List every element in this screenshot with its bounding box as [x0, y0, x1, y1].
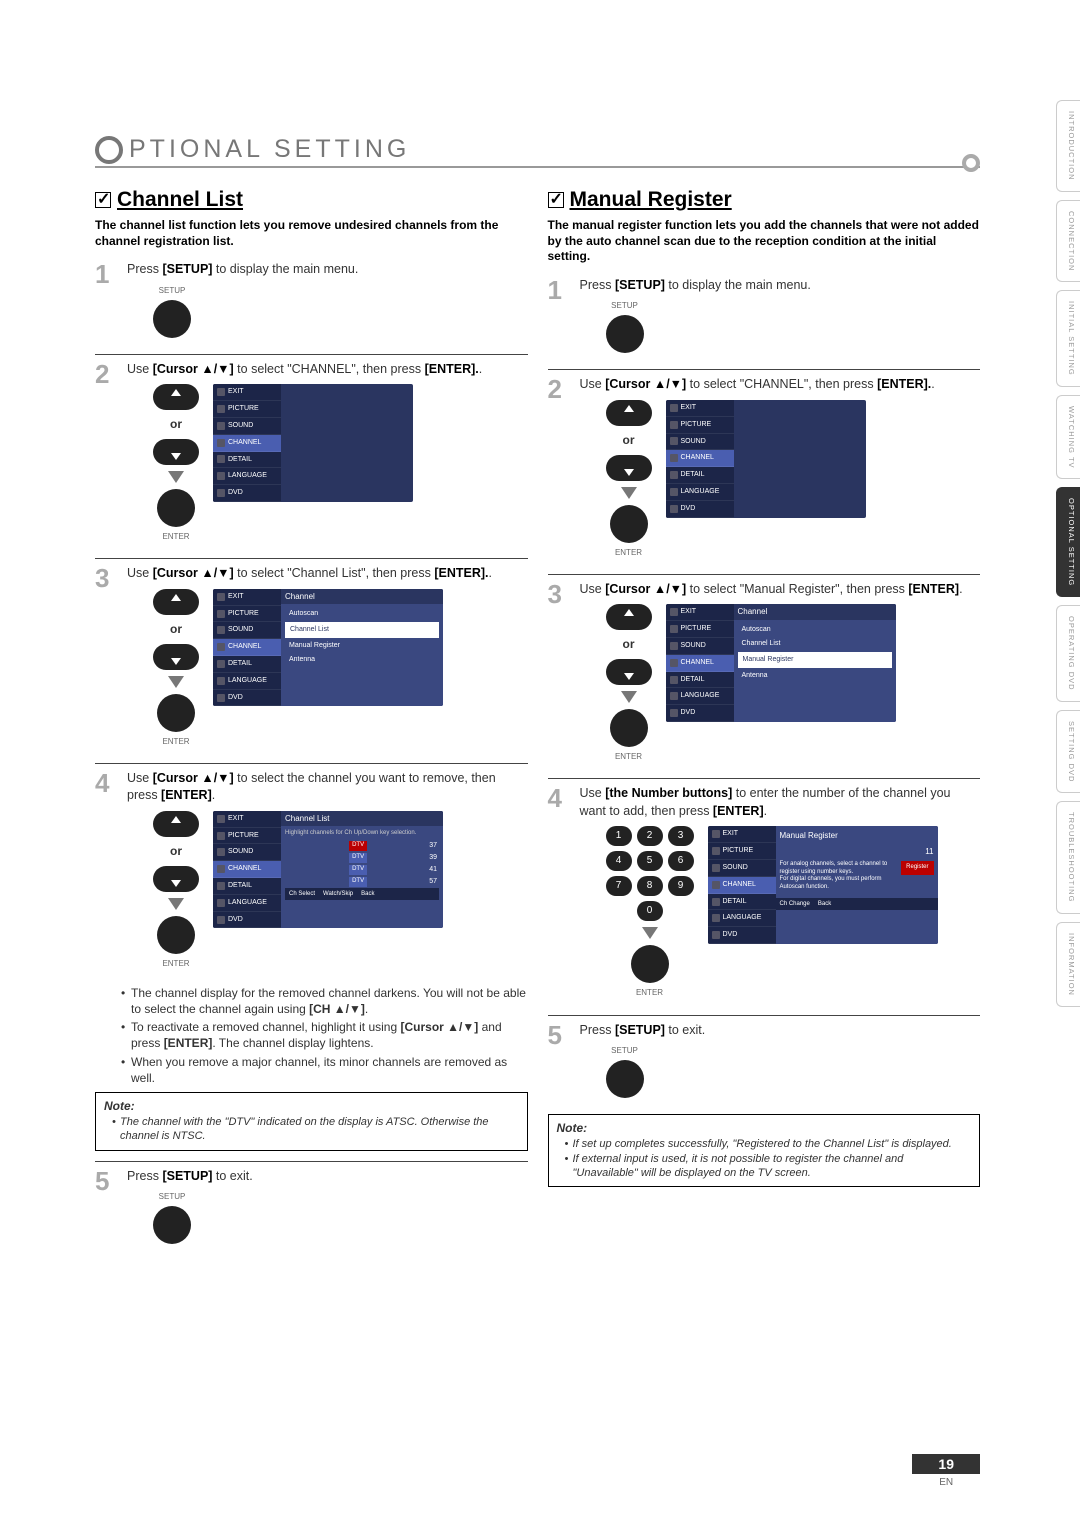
section-title-manual-register: Manual Register	[548, 188, 981, 212]
page-number: 19 EN	[912, 1454, 980, 1488]
menu-screenshot-chlist-items: EXIT PICTURE SOUND CHANNEL DETAIL LANGUA…	[213, 811, 443, 929]
step4-notes: The channel display for the removed chan…	[121, 985, 528, 1086]
header-o-icon	[95, 136, 123, 164]
step-4: 4 Use [Cursor ▲/▼] to select the channel…	[95, 770, 528, 975]
manual-register-column: Manual Register The manual register func…	[548, 188, 981, 1260]
side-tab: OPTIONAL SETTING	[1056, 487, 1080, 597]
note-box: Note: The channel with the "DTV" indicat…	[95, 1092, 528, 1151]
section-sub: The manual register function lets you ad…	[548, 218, 981, 265]
check-icon	[548, 192, 564, 208]
channel-list-column: Channel List The channel list function l…	[95, 188, 528, 1260]
number-pad-illustration: 123 456 789 0 ENTER	[606, 826, 694, 998]
side-tab: CONNECTION	[1056, 200, 1080, 282]
step-2: 2 Use [Cursor ▲/▼] to select "CHANNEL", …	[95, 361, 528, 548]
check-icon	[95, 192, 111, 208]
side-tab: OPERATING DVD	[1056, 605, 1080, 702]
step-5-left: 5 Press [SETUP] to exit. SETUP	[95, 1168, 528, 1251]
page-header: PTIONAL SETTING	[95, 135, 980, 168]
menu-screenshot-chlist: EXIT PICTURE SOUND CHANNEL DETAIL LANGUA…	[213, 589, 443, 707]
side-tab: INITIAL SETTING	[1056, 290, 1080, 387]
section-sub: The channel list function lets you remov…	[95, 218, 528, 249]
cursor-down-icon	[153, 439, 199, 465]
menu-screenshot-manual-register: EXIT PICTURE SOUND CHANNEL DETAIL LANGUA…	[708, 826, 938, 944]
dpad-illustration: or ENTER	[153, 384, 199, 542]
chevron-down-icon	[168, 471, 184, 483]
side-tabs: INTRODUCTION CONNECTION INITIAL SETTING WAT…	[1056, 100, 1080, 1007]
step-1: 1 Press [SETUP] to display the main menu…	[95, 261, 528, 344]
enter-button-icon	[157, 489, 195, 527]
side-tab: WATCHING TV	[1056, 395, 1080, 480]
note-box-right: Note: If set up completes successfully, …	[548, 1114, 981, 1187]
menu-screenshot-channel: EXIT PICTURE SOUND CHANNEL DETAIL LANGUA…	[213, 384, 413, 502]
setup-label: SETUP	[159, 285, 186, 296]
side-tab: TROUBLESHOOTING	[1056, 801, 1080, 913]
step-5-right: 5 Press [SETUP] to exit. SETUP	[548, 1022, 981, 1105]
side-tab: SETTING DVD	[1056, 710, 1080, 793]
step-3: 3 Use [Cursor ▲/▼] to select "Channel Li…	[95, 565, 528, 752]
side-tab: INTRODUCTION	[1056, 100, 1080, 192]
cursor-up-icon	[153, 384, 199, 410]
side-tab: INFORMATION	[1056, 922, 1080, 1007]
header-text: PTIONAL SETTING	[129, 135, 410, 164]
header-line-dot	[962, 154, 980, 172]
setup-button-icon	[153, 300, 191, 338]
section-title-channel-list: Channel List	[95, 188, 528, 212]
